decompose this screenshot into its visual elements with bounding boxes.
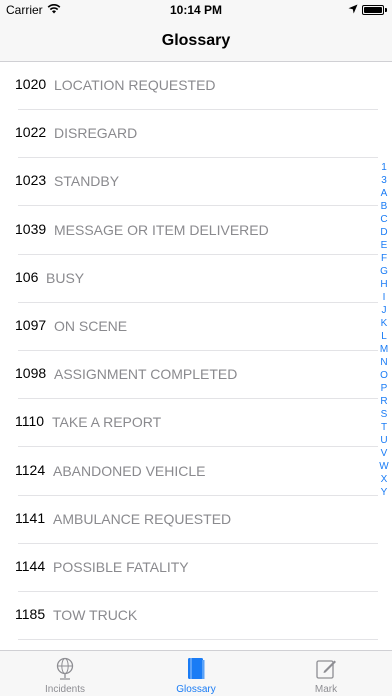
glossary-description: DISREGARD [54,125,138,142]
glossary-description: TOW TRUCK [53,607,138,624]
index-letter[interactable]: I [377,291,391,304]
tab-mark[interactable]: Mark [261,651,391,696]
index-letter[interactable]: S [377,408,391,421]
glossary-description: ASSIGNMENT COMPLETED [54,366,238,383]
index-letter[interactable]: V [377,447,391,460]
glossary-row[interactable]: 1039 MESSAGE OR ITEM DELIVERED [0,207,392,255]
index-letter[interactable]: A [377,187,391,200]
battery-tip [385,8,387,12]
glossary-row[interactable]: 1022 DISREGARD [0,110,392,159]
glossary-description: POSSIBLE FATALITY [53,559,189,575]
status-bar: Carrier 10:14 PM [0,0,392,20]
glossary-description: TAKE A REPORT [52,414,162,431]
compose-icon [316,660,336,679]
tab-incidents[interactable]: Incidents [0,651,130,696]
index-letter[interactable]: K [377,317,391,330]
index-letter[interactable]: C [377,213,391,226]
index-letter[interactable]: X [377,473,391,486]
index-letter[interactable]: J [377,304,391,317]
glossary-code: 1124 [15,461,46,478]
index-letter[interactable]: N [377,356,391,369]
glossary-list[interactable]: 1020 LOCATION REQUESTED 1022 DISREGARD 1023 S… [0,62,392,650]
index-letter[interactable]: D [377,226,391,239]
glossary-code: 1097 [15,317,47,333]
glossary-row[interactable]: 1141 AMBULANCE REQUESTED [0,496,392,544]
index-letter[interactable]: E [377,239,391,252]
glossary-row[interactable]: 1110 TAKE A REPORT [0,399,392,448]
glossary-code: 1185 [15,606,46,623]
glossary-code: 1020 [15,76,47,92]
glossary-row[interactable]: 1124 ABANDONED VEHICLE [0,448,392,496]
index-letter[interactable]: P [377,382,391,395]
index-letter[interactable]: T [377,421,391,434]
glossary-code: 1023 [15,172,47,189]
glossary-code: 1141 [15,509,46,526]
index-letter[interactable]: R [377,395,391,408]
index-letter[interactable]: 3 [377,174,391,187]
glossary-description: AMBULANCE REQUESTED [53,510,232,527]
glossary-description: MESSAGE OR ITEM DELIVERED [54,221,269,238]
glossary-description: LOCATION REQUESTED [54,77,216,93]
battery-icon [362,5,384,15]
clock-label: 10:14 PM [169,3,223,17]
glossary-row[interactable]: 1097 ON SCENE [0,303,392,351]
index-letter[interactable]: M [377,343,391,356]
index-letter[interactable]: Y [377,486,391,499]
tab-glossary-label: Glossary [176,684,216,695]
glossary-code: 106 [15,268,39,285]
page-title: Glossary [161,32,231,49]
location-arrow-icon [348,4,358,14]
index-letter[interactable]: F [377,252,391,265]
glossary-description: ABANDONED VEHICLE [53,462,206,479]
navigation-bar: Glossary [0,20,392,62]
tab-bar: Incidents Glossary Mark [0,650,392,696]
row-separator [18,639,378,641]
tab-incidents-label: Incidents [44,684,86,695]
glossary-description: BUSY [46,269,85,286]
glossary-code: 1110 [15,413,45,430]
glossary-code: 1022 [15,124,47,141]
glossary-description: ON SCENE [54,318,128,334]
glossary-row[interactable]: 1020 LOCATION REQUESTED [0,62,392,110]
globe-icon [56,657,74,680]
book-icon [188,658,205,679]
glossary-row[interactable]: 1144 POSSIBLE FATALITY [0,544,392,592]
glossary-row[interactable]: 1098 ASSIGNMENT COMPLETED [0,351,392,400]
tab-glossary[interactable]: Glossary [131,651,261,696]
index-letter[interactable]: U [377,434,391,447]
index-letter[interactable]: W [377,460,391,473]
tab-mark-label: Mark [314,684,338,695]
glossary-row[interactable]: 1185 TOW TRUCK [0,592,392,641]
glossary-row[interactable]: 106 BUSY [0,255,392,303]
index-letter[interactable]: 1 [377,161,391,174]
index-letter[interactable]: H [377,278,391,291]
glossary-row[interactable]: 1023 STANDBY [0,158,392,207]
section-index[interactable]: 13ABCDEFGHIJKLMNOPRSTUVWXY [377,161,391,499]
glossary-description: STANDBY [54,173,120,190]
glossary-code: 1098 [15,365,47,382]
index-letter[interactable]: O [377,369,391,382]
index-letter[interactable]: G [377,265,391,278]
index-letter[interactable]: B [377,200,391,213]
glossary-code: 1039 [15,220,47,237]
index-letter[interactable]: L [377,330,391,343]
glossary-code: 1144 [15,558,46,574]
